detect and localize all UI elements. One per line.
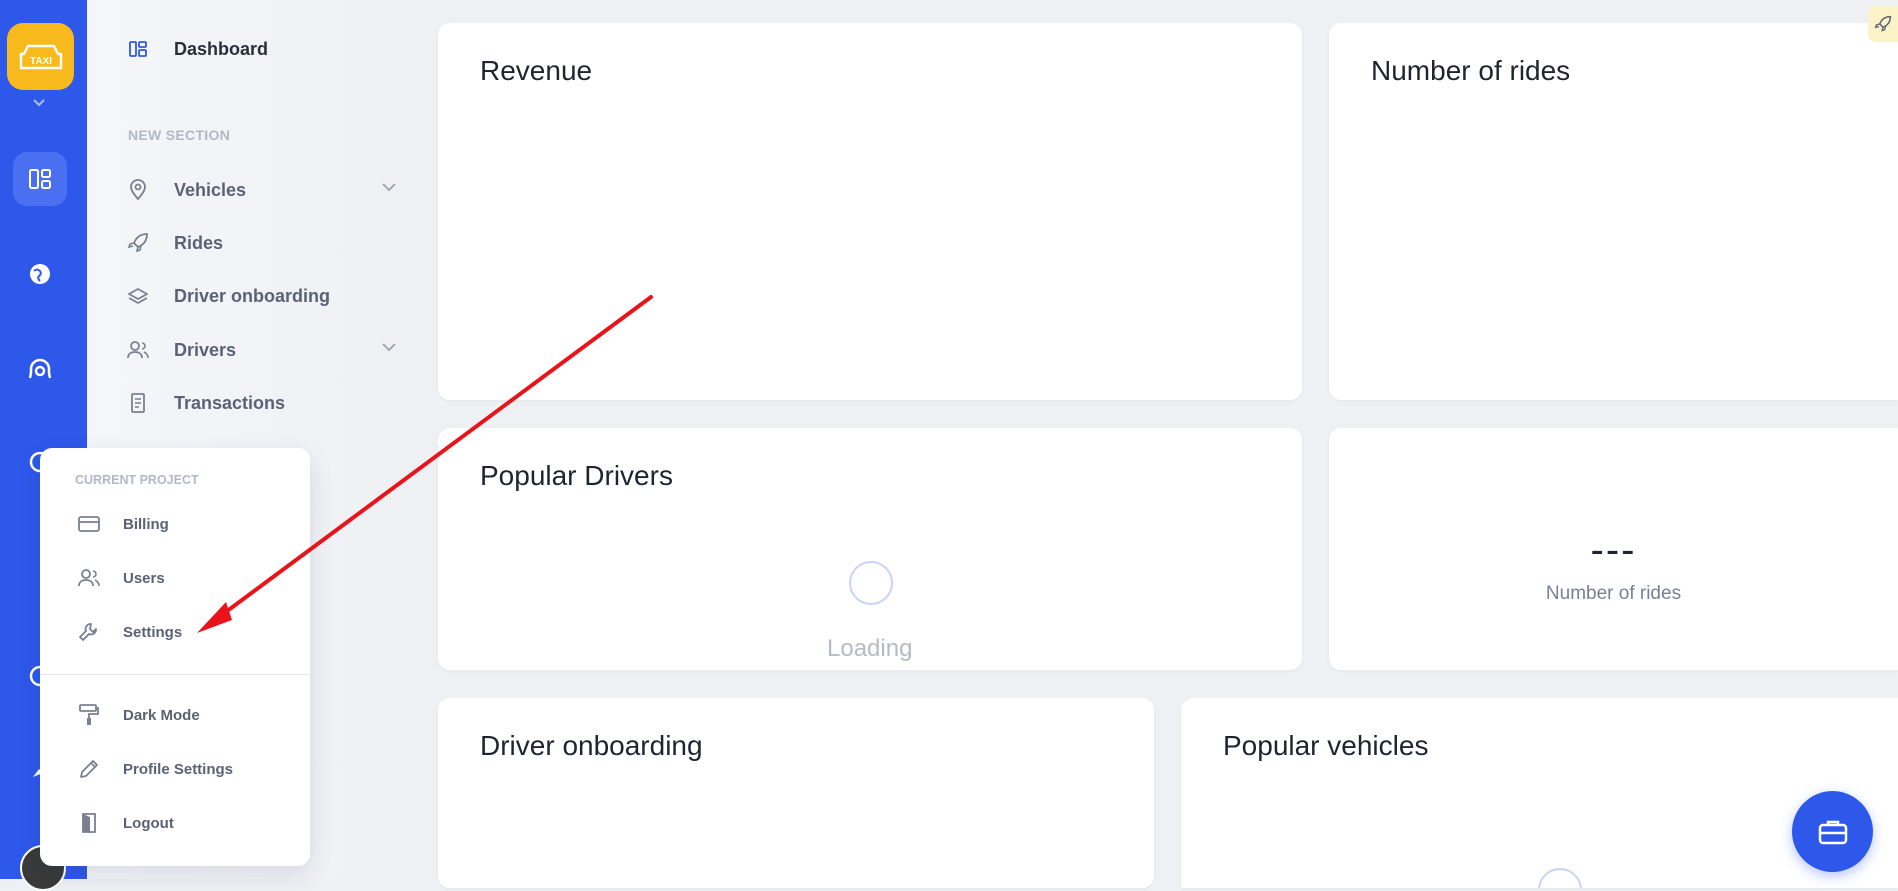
card-title: Popular Drivers: [480, 460, 673, 491]
wrench-icon: [77, 620, 101, 644]
sidebar-item-vehicles[interactable]: Vehicles: [127, 175, 397, 205]
menu-item-label: Billing: [123, 515, 169, 533]
chevron-down-icon[interactable]: [381, 182, 397, 192]
card-title: Popular vehicles: [1223, 730, 1429, 761]
sidebar-item-label: Dashboard: [174, 38, 269, 59]
taxi-icon: TAXI: [19, 44, 62, 69]
globe-icon: [30, 264, 50, 284]
briefcase-fab[interactable]: [1792, 791, 1873, 872]
project-menu-popup: CURRENT PROJECT Billing Users Settings D…: [40, 448, 310, 866]
menu-item-profile-settings[interactable]: Profile Settings: [77, 754, 297, 784]
popular-vehicles-card: Popular vehicles: [1181, 698, 1898, 888]
billing-icon: [77, 512, 101, 536]
driver-onboarding-card: Driver onboarding: [438, 698, 1154, 888]
users-icon: [77, 566, 101, 590]
stat-value: ---: [1590, 528, 1637, 572]
menu-item-dark-mode[interactable]: Dark Mode: [77, 700, 297, 730]
loading-spinner: [1538, 868, 1582, 888]
map-pin-icon: [127, 179, 149, 201]
sidebar-item-rides[interactable]: Rides: [127, 228, 397, 258]
menu-item-label: Users: [123, 569, 165, 587]
rocket-icon: [127, 232, 149, 254]
divider: [40, 674, 310, 675]
paint-roller-icon: [77, 703, 101, 727]
whats-new-button[interactable]: [1868, 6, 1898, 42]
dashboard-icon: [127, 38, 149, 60]
users-icon: [127, 339, 149, 361]
sidebar-item-label: Rides: [174, 232, 224, 253]
sidebar-item-label: Transactions: [174, 392, 286, 413]
layers-icon: [127, 285, 149, 307]
chevron-down-icon[interactable]: [381, 342, 397, 352]
loading-spinner: [849, 561, 893, 605]
stat-label: Number of rides: [1545, 583, 1682, 604]
menu-item-label: Profile Settings: [123, 760, 234, 778]
sidebar-item-driver-onboarding[interactable]: Driver onboarding: [127, 281, 397, 311]
menu-item-settings[interactable]: Settings: [77, 617, 297, 647]
sidebar-item-label: Drivers: [174, 339, 237, 360]
menu-item-users[interactable]: Users: [77, 563, 297, 593]
chevron-down-icon[interactable]: [32, 98, 46, 108]
rocket-icon: [1874, 15, 1892, 32]
menu-item-label: Settings: [123, 623, 183, 641]
card-title: Driver onboarding: [480, 730, 703, 761]
sidebar-item-drivers[interactable]: Drivers: [127, 335, 397, 365]
support-icon: [28, 358, 52, 379]
taxi-logo[interactable]: TAXI: [7, 23, 74, 90]
menu-item-label: Dark Mode: [123, 706, 200, 724]
dashboard-icon: [29, 169, 51, 189]
rail-globe-button[interactable]: [13, 247, 67, 301]
rail-support-button[interactable]: [13, 342, 67, 396]
rail-dashboard-button[interactable]: [13, 152, 67, 206]
rides-stat-card: --- Number of rides: [1329, 428, 1898, 670]
sidebar-item-label: Driver onboarding: [174, 285, 331, 306]
svg-text:TAXI: TAXI: [29, 56, 51, 67]
popular-drivers-card: Popular Drivers Loading: [438, 428, 1302, 670]
menu-item-logout[interactable]: Logout: [77, 808, 297, 838]
section-label: NEW SECTION: [128, 127, 231, 143]
pencil-icon: [77, 757, 101, 781]
card-title: Number of rides: [1371, 55, 1571, 86]
door-icon: [77, 811, 101, 835]
sidebar-item-transactions[interactable]: Transactions: [127, 388, 397, 418]
menu-item-billing[interactable]: Billing: [77, 509, 297, 539]
briefcase-icon: [1818, 820, 1847, 844]
rides-card: Number of rides: [1329, 23, 1898, 400]
revenue-card: Revenue: [438, 23, 1302, 400]
sidebar-item-label: Vehicles: [174, 179, 247, 200]
popup-section-label: CURRENT PROJECT: [75, 473, 199, 487]
sidebar-item-dashboard[interactable]: Dashboard: [127, 34, 397, 64]
receipt-icon: [127, 392, 149, 414]
loading-text: Loading: [827, 635, 913, 662]
menu-item-label: Logout: [123, 814, 174, 832]
card-title: Revenue: [480, 55, 593, 86]
